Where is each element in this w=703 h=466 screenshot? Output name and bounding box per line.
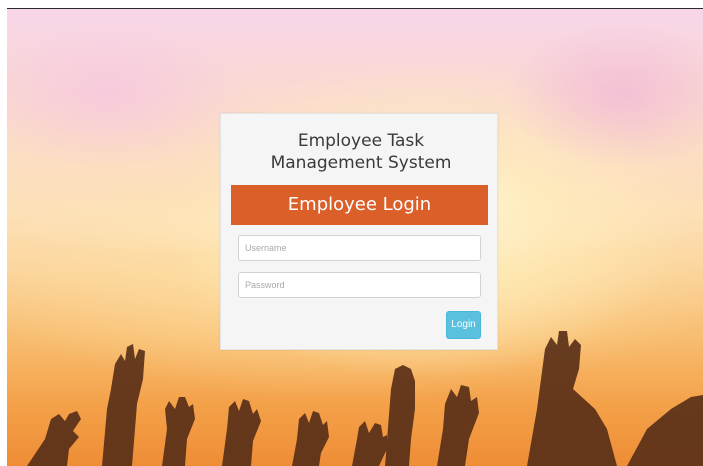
login-button[interactable]: Login xyxy=(446,311,481,339)
login-panel: Employee Task Management System Employee… xyxy=(220,113,498,350)
system-title: Employee Task Management System xyxy=(270,131,452,173)
username-input[interactable] xyxy=(238,235,481,261)
password-input[interactable] xyxy=(238,272,481,298)
login-header: Employee Login xyxy=(231,185,488,225)
